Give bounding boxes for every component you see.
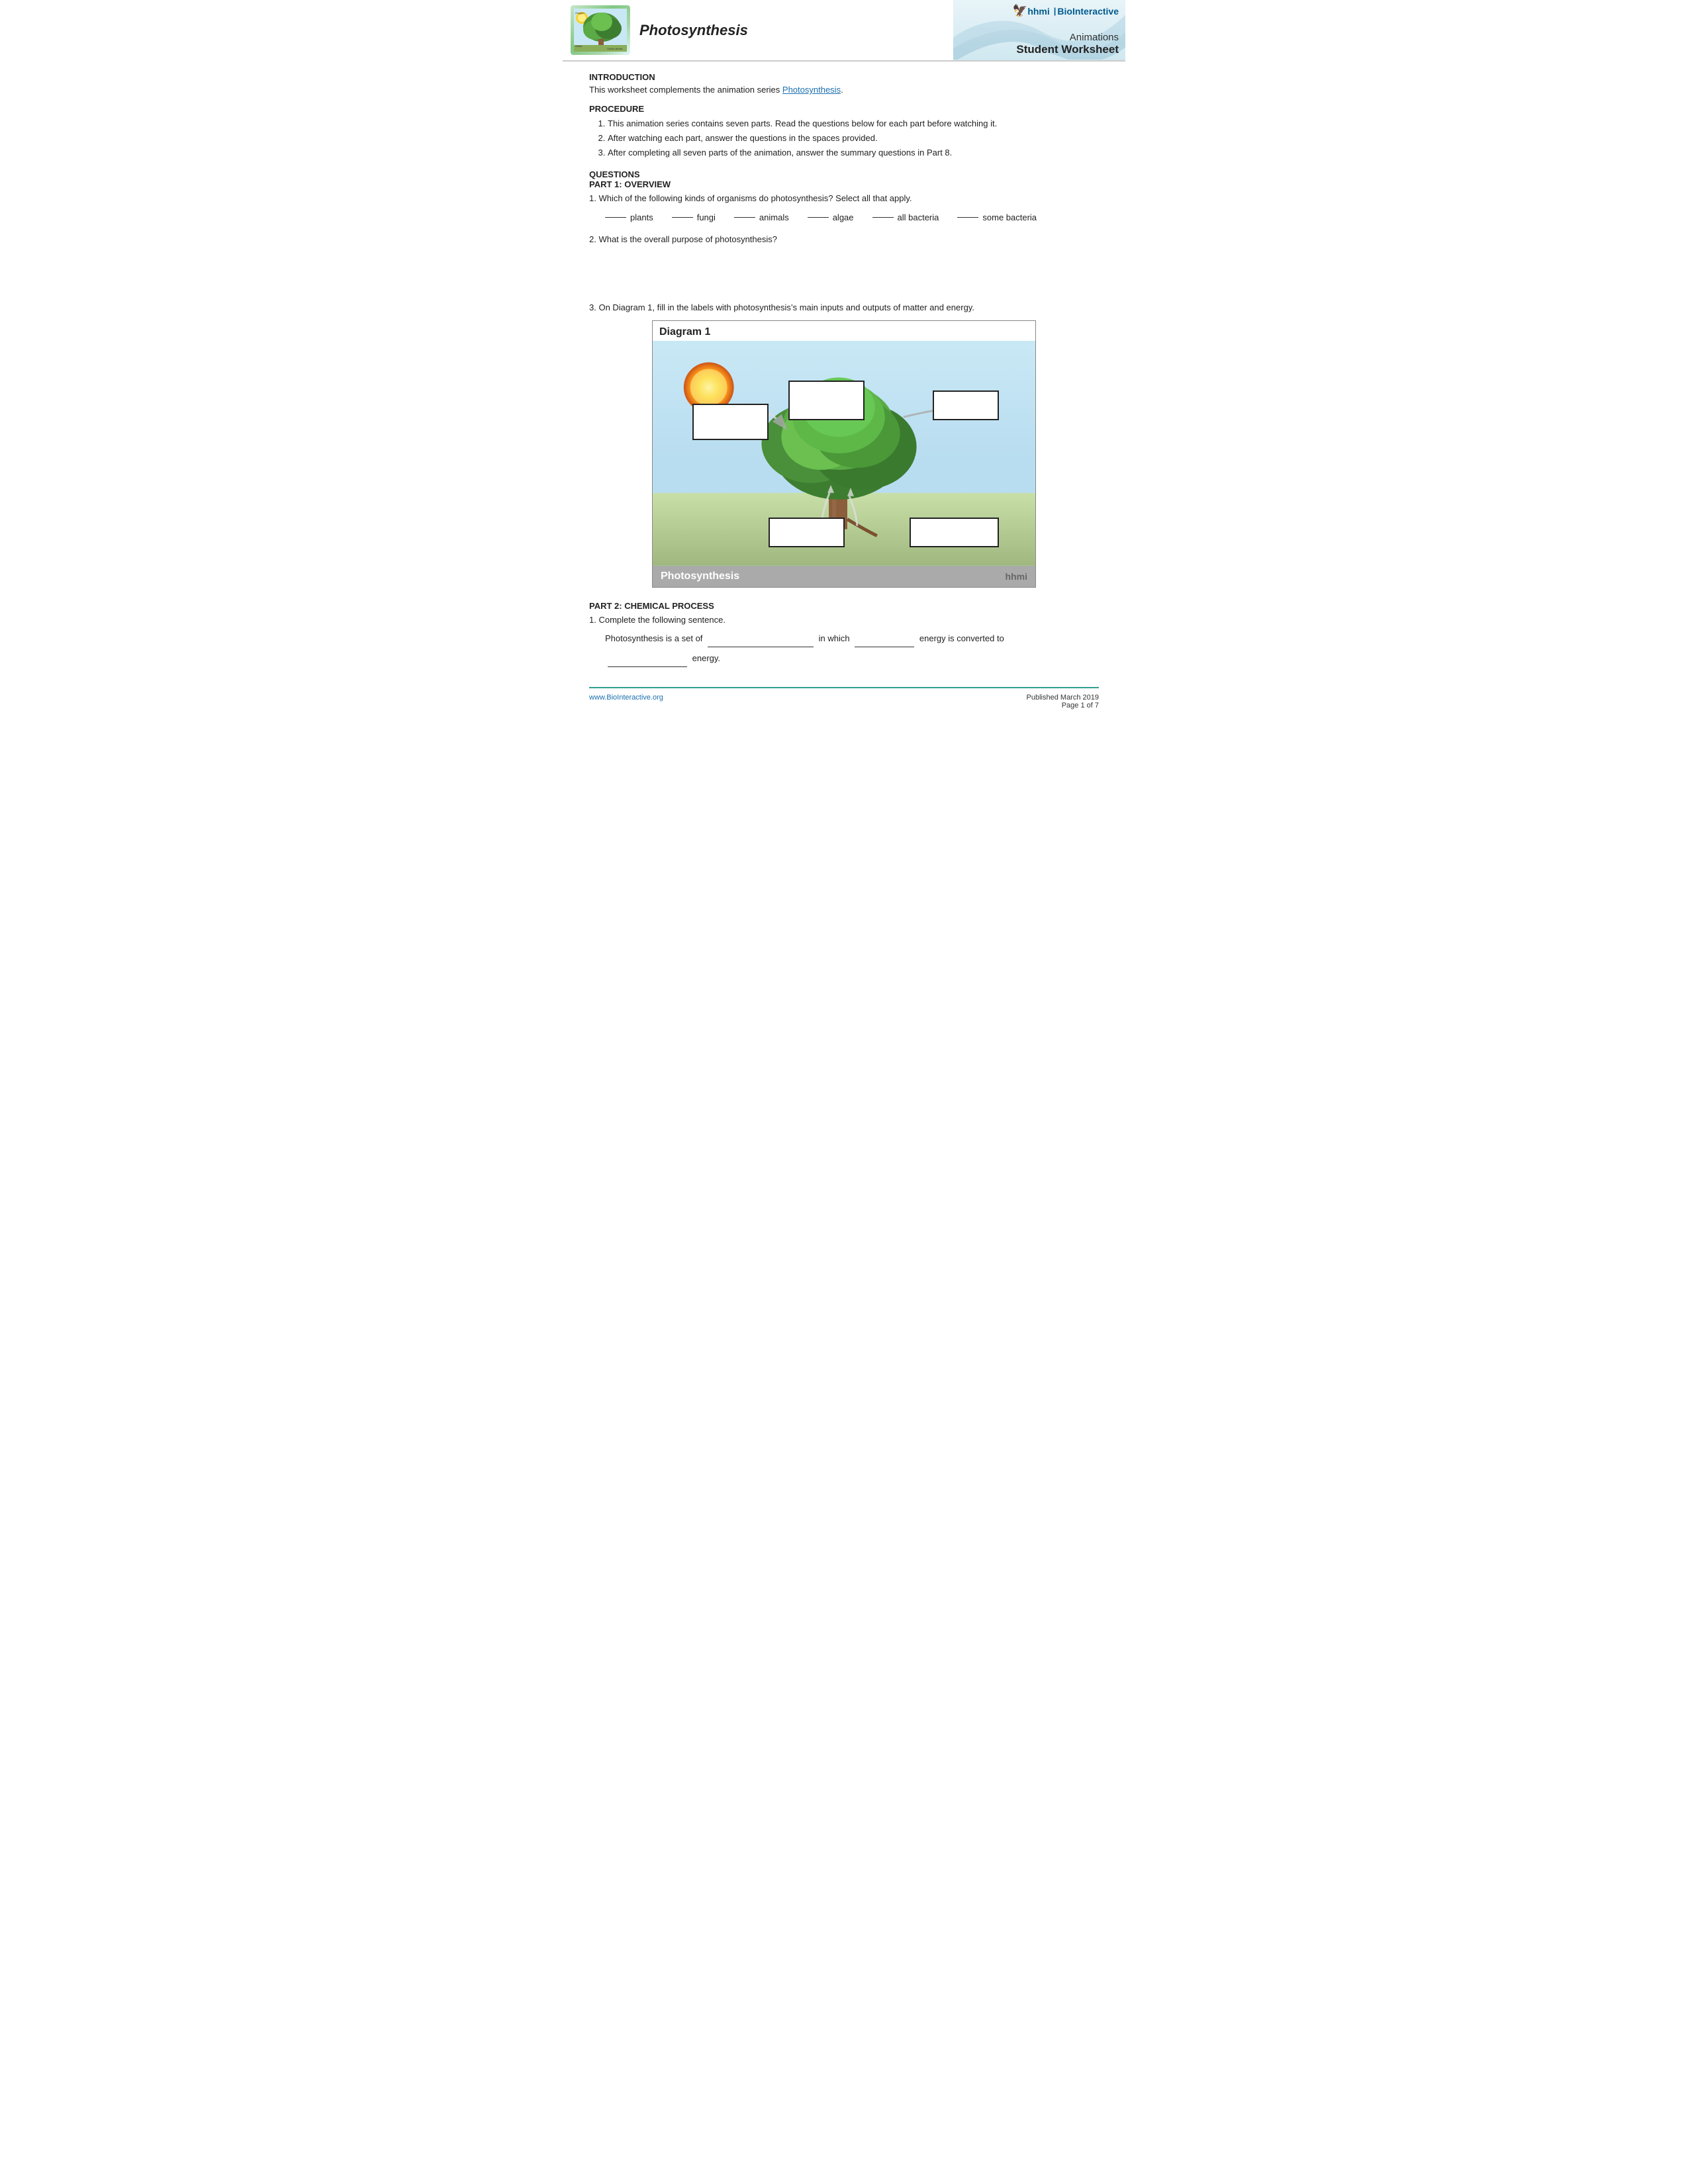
hhmi-bird-icon: 🦅 bbox=[1013, 4, 1027, 18]
main-content: INTRODUCTION This worksheet complements … bbox=[563, 72, 1125, 667]
plants-blank bbox=[605, 217, 626, 218]
organism-animals: animals bbox=[734, 212, 789, 222]
organism-row: plants fungi animals algae all bacteria … bbox=[605, 212, 1099, 222]
footer-published: Published March 2019 bbox=[1027, 694, 1099, 702]
fill-blank-3 bbox=[608, 666, 687, 667]
procedure-list: This animation series contains seven par… bbox=[589, 116, 1099, 160]
header-title: Photosynthesis bbox=[639, 22, 748, 39]
page-header: Oxygen Water Carbon dioxide Photosynthes… bbox=[563, 0, 1125, 62]
q3-text: 3. On Diagram 1, fill in the labels with… bbox=[589, 302, 1099, 312]
intro-text: This worksheet complements the animation… bbox=[589, 85, 1099, 95]
q2-answer-space bbox=[605, 250, 1099, 289]
diagram-footer-title: Photosynthesis bbox=[661, 570, 739, 582]
animations-label: Animations bbox=[1016, 32, 1119, 43]
sentence1-mid: in which bbox=[819, 633, 850, 643]
sentence1-end: energy is converted to bbox=[919, 633, 1004, 643]
footer-right: Published March 2019 Page 1 of 7 bbox=[1027, 694, 1099, 709]
all-bacteria-label: all bacteria bbox=[898, 212, 939, 222]
intro-text-before: This worksheet complements the animation… bbox=[589, 85, 782, 95]
hhmi-text: hhmi bbox=[1027, 6, 1049, 17]
fungi-blank bbox=[672, 217, 693, 218]
footer-website: www.BioInteractive.org bbox=[589, 694, 663, 702]
part2-section: PART 2: CHEMICAL PROCESS 1. Complete the… bbox=[589, 601, 1099, 667]
svg-text:Carbon dioxide: Carbon dioxide bbox=[607, 48, 623, 50]
part1-title: PART 1: OVERVIEW bbox=[589, 179, 1099, 189]
label-box-topleft bbox=[692, 404, 769, 440]
procedure-item-2: After watching each part, answer the que… bbox=[608, 131, 1099, 146]
diagram-1: Diagram 1 bbox=[652, 320, 1036, 588]
fill-sentence-2: energy. bbox=[605, 650, 1099, 667]
procedure-item-1: This animation series contains seven par… bbox=[608, 116, 1099, 131]
organism-some-bacteria: some bacteria bbox=[957, 212, 1037, 222]
fungi-label: fungi bbox=[697, 212, 716, 222]
questions-title: QUESTIONS bbox=[589, 169, 1099, 179]
q1-text: 1. Which of the following kinds of organ… bbox=[589, 193, 1099, 203]
organism-plants: plants bbox=[605, 212, 653, 222]
header-right: 🦅 hhmi | BioInteractive Animations Stude… bbox=[953, 0, 1125, 60]
plants-label: plants bbox=[630, 212, 653, 222]
diagram-footer-brand: hhmi bbox=[1006, 571, 1027, 582]
diagram-title: Diagram 1 bbox=[653, 321, 1035, 341]
header-subtitle: Animations Student Worksheet bbox=[1016, 32, 1119, 56]
label-box-botright bbox=[910, 518, 999, 547]
diagram-footer: Photosynthesis hhmi bbox=[653, 566, 1035, 587]
organism-fungi: fungi bbox=[672, 212, 716, 222]
label-box-botleft bbox=[769, 518, 845, 547]
page-footer: www.BioInteractive.org Published March 2… bbox=[589, 687, 1099, 716]
header-left: Oxygen Water Carbon dioxide Photosynthes… bbox=[563, 0, 953, 60]
diagram-image-area bbox=[653, 341, 1035, 566]
label-box-topright bbox=[933, 390, 999, 420]
photosynthesis-link[interactable]: Photosynthesis bbox=[782, 85, 841, 95]
svg-text:Oxygen: Oxygen bbox=[575, 11, 585, 15]
bio-interactive-text: BioInteractive bbox=[1057, 6, 1119, 17]
part2-q1-text: 1. Complete the following sentence. bbox=[589, 615, 1099, 625]
some-bacteria-blank bbox=[957, 217, 978, 218]
q2-text: 2. What is the overall purpose of photos… bbox=[589, 234, 1099, 244]
all-bacteria-blank bbox=[872, 217, 894, 218]
algae-label: algae bbox=[833, 212, 854, 222]
organism-all-bacteria: all bacteria bbox=[872, 212, 939, 222]
procedure-title: PROCEDURE bbox=[589, 104, 1099, 114]
procedure-item-3: After completing all seven parts of the … bbox=[608, 146, 1099, 160]
introduction-title: INTRODUCTION bbox=[589, 72, 1099, 82]
intro-text-after: . bbox=[841, 85, 843, 95]
student-worksheet-label: Student Worksheet bbox=[1016, 43, 1119, 56]
animals-label: animals bbox=[759, 212, 789, 222]
label-box-center bbox=[788, 381, 865, 420]
pipe-divider: | bbox=[1054, 6, 1056, 16]
svg-text:Water: Water bbox=[575, 44, 583, 48]
some-bacteria-label: some bacteria bbox=[982, 212, 1037, 222]
hhmi-logo: 🦅 hhmi | BioInteractive bbox=[1013, 4, 1119, 18]
organism-algae: algae bbox=[808, 212, 854, 222]
algae-blank bbox=[808, 217, 829, 218]
header-logo: Oxygen Water Carbon dioxide bbox=[571, 5, 630, 55]
part2-title: PART 2: CHEMICAL PROCESS bbox=[589, 601, 1099, 611]
footer-page: Page 1 of 7 bbox=[1027, 702, 1099, 709]
sentence1-pre: Photosynthesis is a set of bbox=[605, 633, 702, 643]
fill-sentence-1: Photosynthesis is a set of in which ener… bbox=[605, 630, 1099, 647]
sentence2-end: energy. bbox=[692, 653, 720, 663]
animals-blank bbox=[734, 217, 755, 218]
